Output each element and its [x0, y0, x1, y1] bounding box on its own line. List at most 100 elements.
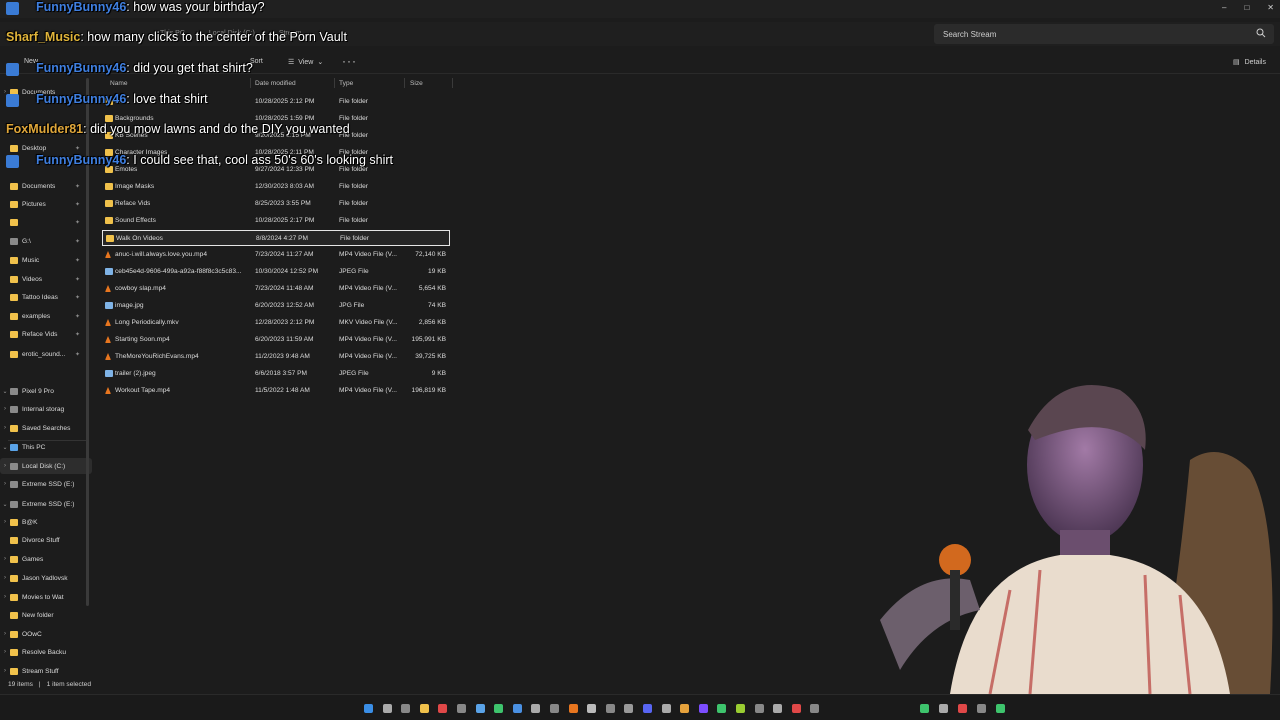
file-row[interactable]: TheMoreYouRichEvans.mp4 11/2/2023 9:48 AM… [102, 349, 450, 365]
taskbar-app-icon[interactable] [736, 704, 745, 713]
sidebar-item-label: New folder [22, 611, 54, 619]
taskbar-app-icon[interactable] [624, 704, 634, 713]
taskbar-app-icon[interactable] [754, 704, 764, 713]
taskbar-app-icon[interactable] [531, 704, 541, 713]
sidebar-item[interactable]: Music ✦ [0, 252, 92, 268]
file-row[interactable]: Starting Soon.mp4 6/20/2023 11:59 AM MP4 V… [102, 332, 450, 348]
file-row[interactable]: ceb45e4d-9606-499a-a92a-f88f8c3c5c83... 1… [102, 264, 450, 280]
sidebar-item[interactable]: Documents ✦ [0, 178, 92, 194]
taskbar-app-icon[interactable] [773, 704, 783, 713]
sidebar-item[interactable]: › Resolve Backu [0, 644, 92, 660]
chevron-icon[interactable]: › [0, 519, 10, 525]
sidebar-item[interactable]: › Saved Searches [0, 420, 92, 436]
file-row[interactable]: cowboy slap.mp4 7/23/2024 11:48 AM MP4 Vid… [102, 281, 450, 297]
taskbar-app-icon[interactable] [382, 704, 392, 713]
chevron-icon[interactable]: › [0, 481, 10, 487]
file-row[interactable]: image.jpg 6/20/2023 12:52 AM JPG File 74 KB [102, 298, 450, 314]
chevron-icon[interactable]: ⌄ [0, 444, 10, 451]
chevron-icon[interactable]: › [0, 406, 10, 412]
sidebar-item[interactable]: › B@K [0, 514, 92, 530]
tray-icon[interactable] [939, 704, 948, 713]
file-row[interactable]: trailer (2).jpeg 6/6/2018 3:57 PM JPEG Fil… [102, 366, 450, 382]
chevron-icon[interactable]: › [0, 556, 10, 562]
search-input[interactable]: Search Stream [934, 24, 1274, 44]
taskbar-app-icon[interactable] [587, 704, 597, 713]
sidebar-item[interactable]: New folder [0, 607, 92, 623]
taskbar-app-icon[interactable] [643, 704, 652, 713]
file-row[interactable]: Image Masks 12/30/2023 8:03 AM File folder [102, 179, 450, 195]
view-button[interactable]: ☰ View ⌄ [288, 58, 323, 67]
chevron-icon[interactable]: ⌄ [0, 388, 10, 395]
file-row[interactable]: Walk On Videos 8/8/2024 4:27 PM File folde… [102, 230, 450, 246]
sidebar-item[interactable]: ⌄ Extreme SSD (E:) [0, 496, 92, 512]
column-header-name[interactable]: Name [110, 80, 128, 87]
sidebar-item[interactable]: › Jason Yadlovsk [0, 570, 92, 586]
sidebar-item[interactable]: G:\ ✦ [0, 233, 92, 249]
sidebar-item[interactable]: › Games [0, 551, 92, 567]
taskbar-app-icon[interactable] [419, 704, 429, 713]
sidebar-item[interactable]: › Stream Stuff [0, 663, 92, 679]
sidebar-item[interactable]: › Local Disk (C:) [0, 458, 92, 474]
tray-icon[interactable] [958, 704, 967, 713]
file-row[interactable]: Reface Vids 8/25/2023 3:55 PM File folder [102, 196, 450, 212]
taskbar-app-icon[interactable] [698, 704, 708, 713]
tray-icon[interactable] [996, 704, 1005, 713]
chevron-icon[interactable]: › [0, 575, 10, 581]
chevron-icon[interactable]: › [0, 649, 10, 655]
sidebar-item[interactable]: › Movies to Wat [0, 589, 92, 605]
column-divider[interactable] [404, 78, 405, 88]
column-header-size[interactable]: Size [410, 80, 423, 87]
sidebar-item[interactable]: › Extreme SSD (E:) [0, 476, 92, 492]
details-button[interactable]: ▤ Details [1233, 58, 1266, 67]
close-button[interactable]: ✕ [1267, 3, 1274, 12]
sidebar-item[interactable]: Divorce Stuff [0, 532, 92, 548]
taskbar-app-icon[interactable] [791, 704, 801, 713]
sidebar-item[interactable]: Pictures ✦ [0, 196, 92, 212]
column-header-type[interactable]: Type [339, 80, 353, 87]
taskbar-app-icon[interactable] [494, 704, 504, 713]
sidebar-item[interactable]: Reface Vids ✦ [0, 326, 92, 342]
sidebar-item[interactable]: erotic_sound... ✦ [0, 346, 92, 362]
sidebar-item[interactable]: › Internal storag [0, 401, 92, 417]
taskbar-app-icon[interactable] [810, 704, 820, 713]
pin-icon: ✦ [74, 145, 80, 152]
chevron-icon[interactable]: › [0, 668, 10, 674]
column-divider[interactable] [452, 78, 453, 88]
tray-icon[interactable] [920, 704, 929, 713]
taskbar-app-icon[interactable] [680, 704, 690, 713]
column-header-date[interactable]: Date modified [255, 80, 296, 87]
taskbar-app-icon[interactable] [512, 704, 522, 713]
maximize-button[interactable]: □ [1244, 3, 1249, 12]
taskbar-app-icon[interactable] [605, 704, 615, 713]
taskbar-app-icon[interactable] [364, 704, 373, 713]
minimize-button[interactable]: – [1222, 3, 1226, 12]
sidebar-item[interactable]: examples ✦ [0, 308, 92, 324]
chevron-icon[interactable]: › [0, 425, 10, 431]
chevron-icon[interactable]: › [0, 463, 10, 469]
sidebar-item[interactable]: Tattoo Ideas ✦ [0, 289, 92, 305]
taskbar-app-icon[interactable] [457, 704, 466, 713]
column-divider[interactable] [334, 78, 335, 88]
taskbar-app-icon[interactable] [717, 704, 727, 713]
column-divider[interactable] [250, 78, 251, 88]
file-row[interactable]: Long Periodically.mkv 12/28/2023 2:12 PM M… [102, 315, 450, 331]
taskbar-app-icon[interactable] [438, 704, 448, 713]
sidebar-item[interactable]: ⌄ This PC [0, 439, 92, 455]
sidebar-item[interactable]: Videos ✦ [0, 271, 92, 287]
taskbar-app-icon[interactable] [568, 704, 578, 713]
chevron-icon[interactable]: › [0, 594, 10, 600]
taskbar-app-icon[interactable] [661, 704, 671, 713]
file-row[interactable]: Workout Tape.mp4 11/5/2022 1:48 AM MP4 Vid… [102, 383, 450, 399]
file-row[interactable]: anuc-i.will.always.love.you.mp4 7/23/2024… [102, 247, 450, 263]
chevron-icon[interactable]: › [0, 631, 10, 637]
taskbar-app-icon[interactable] [401, 704, 411, 713]
file-row[interactable]: Sound Effects 10/28/2025 2:17 PM File fold… [102, 213, 450, 229]
sidebar-item[interactable]: › OOwC [0, 626, 92, 642]
taskbar-app-icon[interactable] [475, 704, 485, 713]
sidebar-item[interactable]: ✦ [0, 214, 92, 230]
tray-icon[interactable] [977, 704, 986, 713]
taskbar-app-icon[interactable] [550, 704, 559, 713]
sidebar-item[interactable]: ⌄ Pixel 9 Pro [0, 383, 92, 399]
more-options-button[interactable]: ··· [342, 54, 357, 68]
chevron-icon[interactable]: ⌄ [0, 501, 10, 508]
